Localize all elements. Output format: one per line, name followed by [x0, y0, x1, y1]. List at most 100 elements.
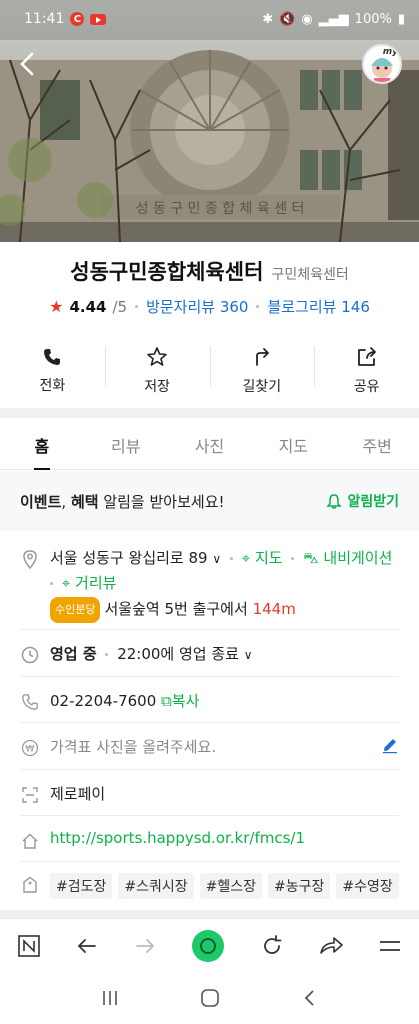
pin-icon: ⌖: [61, 574, 71, 592]
green-dot-icon[interactable]: [191, 929, 225, 963]
back-arrow-icon[interactable]: [75, 934, 99, 958]
back-button[interactable]: [14, 50, 42, 78]
chevron-down-icon[interactable]: ∨: [212, 552, 221, 566]
alarm-subscribe-button[interactable]: 알림받기: [326, 491, 399, 511]
save-button[interactable]: 저장: [104, 336, 210, 406]
website-row: http://sports.happysd.or.kr/fmcs/1: [0, 829, 419, 850]
tab-map[interactable]: 지도: [251, 420, 335, 469]
price-row[interactable]: ₩ 가격표 사진을 올려주세요.: [0, 736, 419, 757]
separator-dot: [50, 582, 53, 585]
scan-payment-icon: [22, 787, 38, 803]
address-text[interactable]: 서울 성동구 왕십리로 89: [50, 549, 208, 567]
chevron-down-icon[interactable]: ∨: [244, 648, 253, 662]
business-status: 영업 중: [50, 645, 97, 663]
hours-row[interactable]: 영업 중 22:00에 영업 종료 ∨: [0, 643, 419, 664]
copy-button[interactable]: ⧉복사: [161, 692, 199, 710]
status-bar: 11:41 C ✱ 🔇 ◉ ▂▄▆ 100% ▮: [0, 0, 419, 38]
phone-number[interactable]: 02-2204-7600: [50, 692, 156, 710]
row-divider: [20, 676, 399, 677]
keyword-tag[interactable]: #스쿼시장: [118, 873, 194, 899]
forward-arrow-icon[interactable]: [133, 934, 157, 958]
place-header: 성동구민종합체육센터 구민체육센터 ★ 4.44 /5 방문자리뷰 360 블로…: [0, 256, 419, 317]
status-time: 11:41: [24, 11, 65, 27]
directions-icon: [255, 348, 269, 366]
tab-bar: 홈 리뷰 사진 지도 주변: [0, 420, 419, 470]
browser-toolbar: [0, 918, 419, 972]
refresh-icon[interactable]: [260, 934, 284, 958]
place-detail-screen: { "status_bar": { "time": "11:41", "noti…: [0, 0, 419, 1024]
system-navigation-bar: [0, 972, 419, 1024]
map-link[interactable]: ⌖ 지도: [242, 549, 283, 567]
naver-home-icon[interactable]: [17, 934, 41, 958]
row-divider: [20, 861, 399, 862]
mute-icon: 🔇: [279, 11, 296, 27]
call-button[interactable]: 전화: [0, 336, 105, 406]
rating-star-icon: ★: [49, 297, 64, 316]
call-label: 전화: [39, 378, 66, 394]
share-label: 공유: [353, 379, 380, 395]
place-category: 구민체육센터: [271, 267, 349, 283]
app-notification-icon: C: [70, 12, 85, 26]
section-divider: [0, 910, 419, 918]
rating-max: /5: [112, 297, 128, 316]
wifi-icon: ◉: [301, 11, 313, 27]
keyword-tag[interactable]: #검도장: [50, 873, 113, 899]
signal-icon: ▂▄▆: [318, 11, 349, 27]
separator-dot: [291, 557, 295, 560]
separator-dot: [135, 305, 139, 308]
payment-row: 제로페이: [0, 783, 419, 804]
bell-icon: [326, 494, 343, 509]
payment-method: 제로페이: [50, 785, 106, 803]
address-row: 서울 성동구 왕십리로 89 ∨ ⌖ 지도 ⛍ 내비게이션 ⌖ 거리뷰 수인분당…: [0, 546, 419, 623]
battery-icon: ▮: [397, 11, 405, 27]
tab-nearby[interactable]: 주변: [335, 420, 419, 469]
blog-reviews-link[interactable]: 블로그리뷰 146: [267, 296, 369, 317]
tags-row: #검도장 #스쿼시장 #헬스장 #농구장 #수영장: [0, 873, 419, 899]
my-profile-button[interactable]: my: [362, 44, 402, 84]
separator-dot: [105, 653, 109, 656]
youtube-notification-icon: [90, 13, 107, 25]
pin-icon: ⌖: [241, 549, 251, 567]
row-divider: [20, 769, 399, 770]
won-icon: ₩: [21, 739, 39, 757]
location-pin-icon: [23, 550, 37, 569]
visitor-reviews-link[interactable]: 방문자리뷰 360: [146, 296, 248, 317]
alarm-label: 알림받기: [347, 494, 399, 510]
action-bar: 전화 저장 길찾기 공유: [0, 336, 419, 406]
home-icon: [22, 833, 38, 849]
keyword-tag[interactable]: #헬스장: [199, 873, 263, 899]
phone-row: 02-2204-7600 ⧉복사: [0, 690, 419, 711]
keyword-tag[interactable]: #수영장: [336, 873, 399, 899]
street-view-link[interactable]: ⌖ 거리뷰: [62, 574, 117, 592]
save-label: 저장: [144, 379, 170, 395]
phone-icon: [22, 694, 38, 710]
row-divider: [20, 815, 399, 816]
clock-icon: [21, 646, 39, 664]
separator-dot: [229, 557, 233, 560]
menu-icon[interactable]: [378, 934, 402, 958]
keyword-tag[interactable]: #농구장: [268, 873, 331, 899]
system-back-icon[interactable]: [300, 988, 320, 1008]
edit-pencil-icon[interactable]: [381, 736, 399, 754]
tab-home[interactable]: 홈: [0, 420, 84, 470]
share-arrow-icon[interactable]: [318, 934, 344, 958]
station-name: 서울숲역: [104, 600, 160, 618]
place-name: 성동구민종합체육센터: [70, 260, 264, 284]
tab-reviews[interactable]: 리뷰: [84, 420, 168, 469]
recent-apps-icon[interactable]: [100, 989, 120, 1007]
chevron-left-icon: [20, 52, 34, 76]
directions-button[interactable]: 길찾기: [209, 336, 315, 406]
home-button-icon[interactable]: [199, 987, 221, 1009]
row-divider: [20, 629, 399, 630]
row-divider: [20, 722, 399, 723]
navigation-link[interactable]: ⛍ 내비게이션: [303, 549, 392, 567]
tab-photos[interactable]: 사진: [168, 420, 252, 469]
section-divider: [0, 408, 419, 418]
star-icon: [147, 347, 167, 366]
copy-icon: ⧉: [161, 692, 172, 710]
website-link[interactable]: http://sports.happysd.or.kr/fmcs/1: [50, 829, 305, 847]
battery-level: 100%: [354, 11, 392, 27]
share-button[interactable]: 공유: [314, 336, 419, 406]
tag-icon: [23, 876, 37, 893]
distance: 144m: [252, 600, 296, 618]
